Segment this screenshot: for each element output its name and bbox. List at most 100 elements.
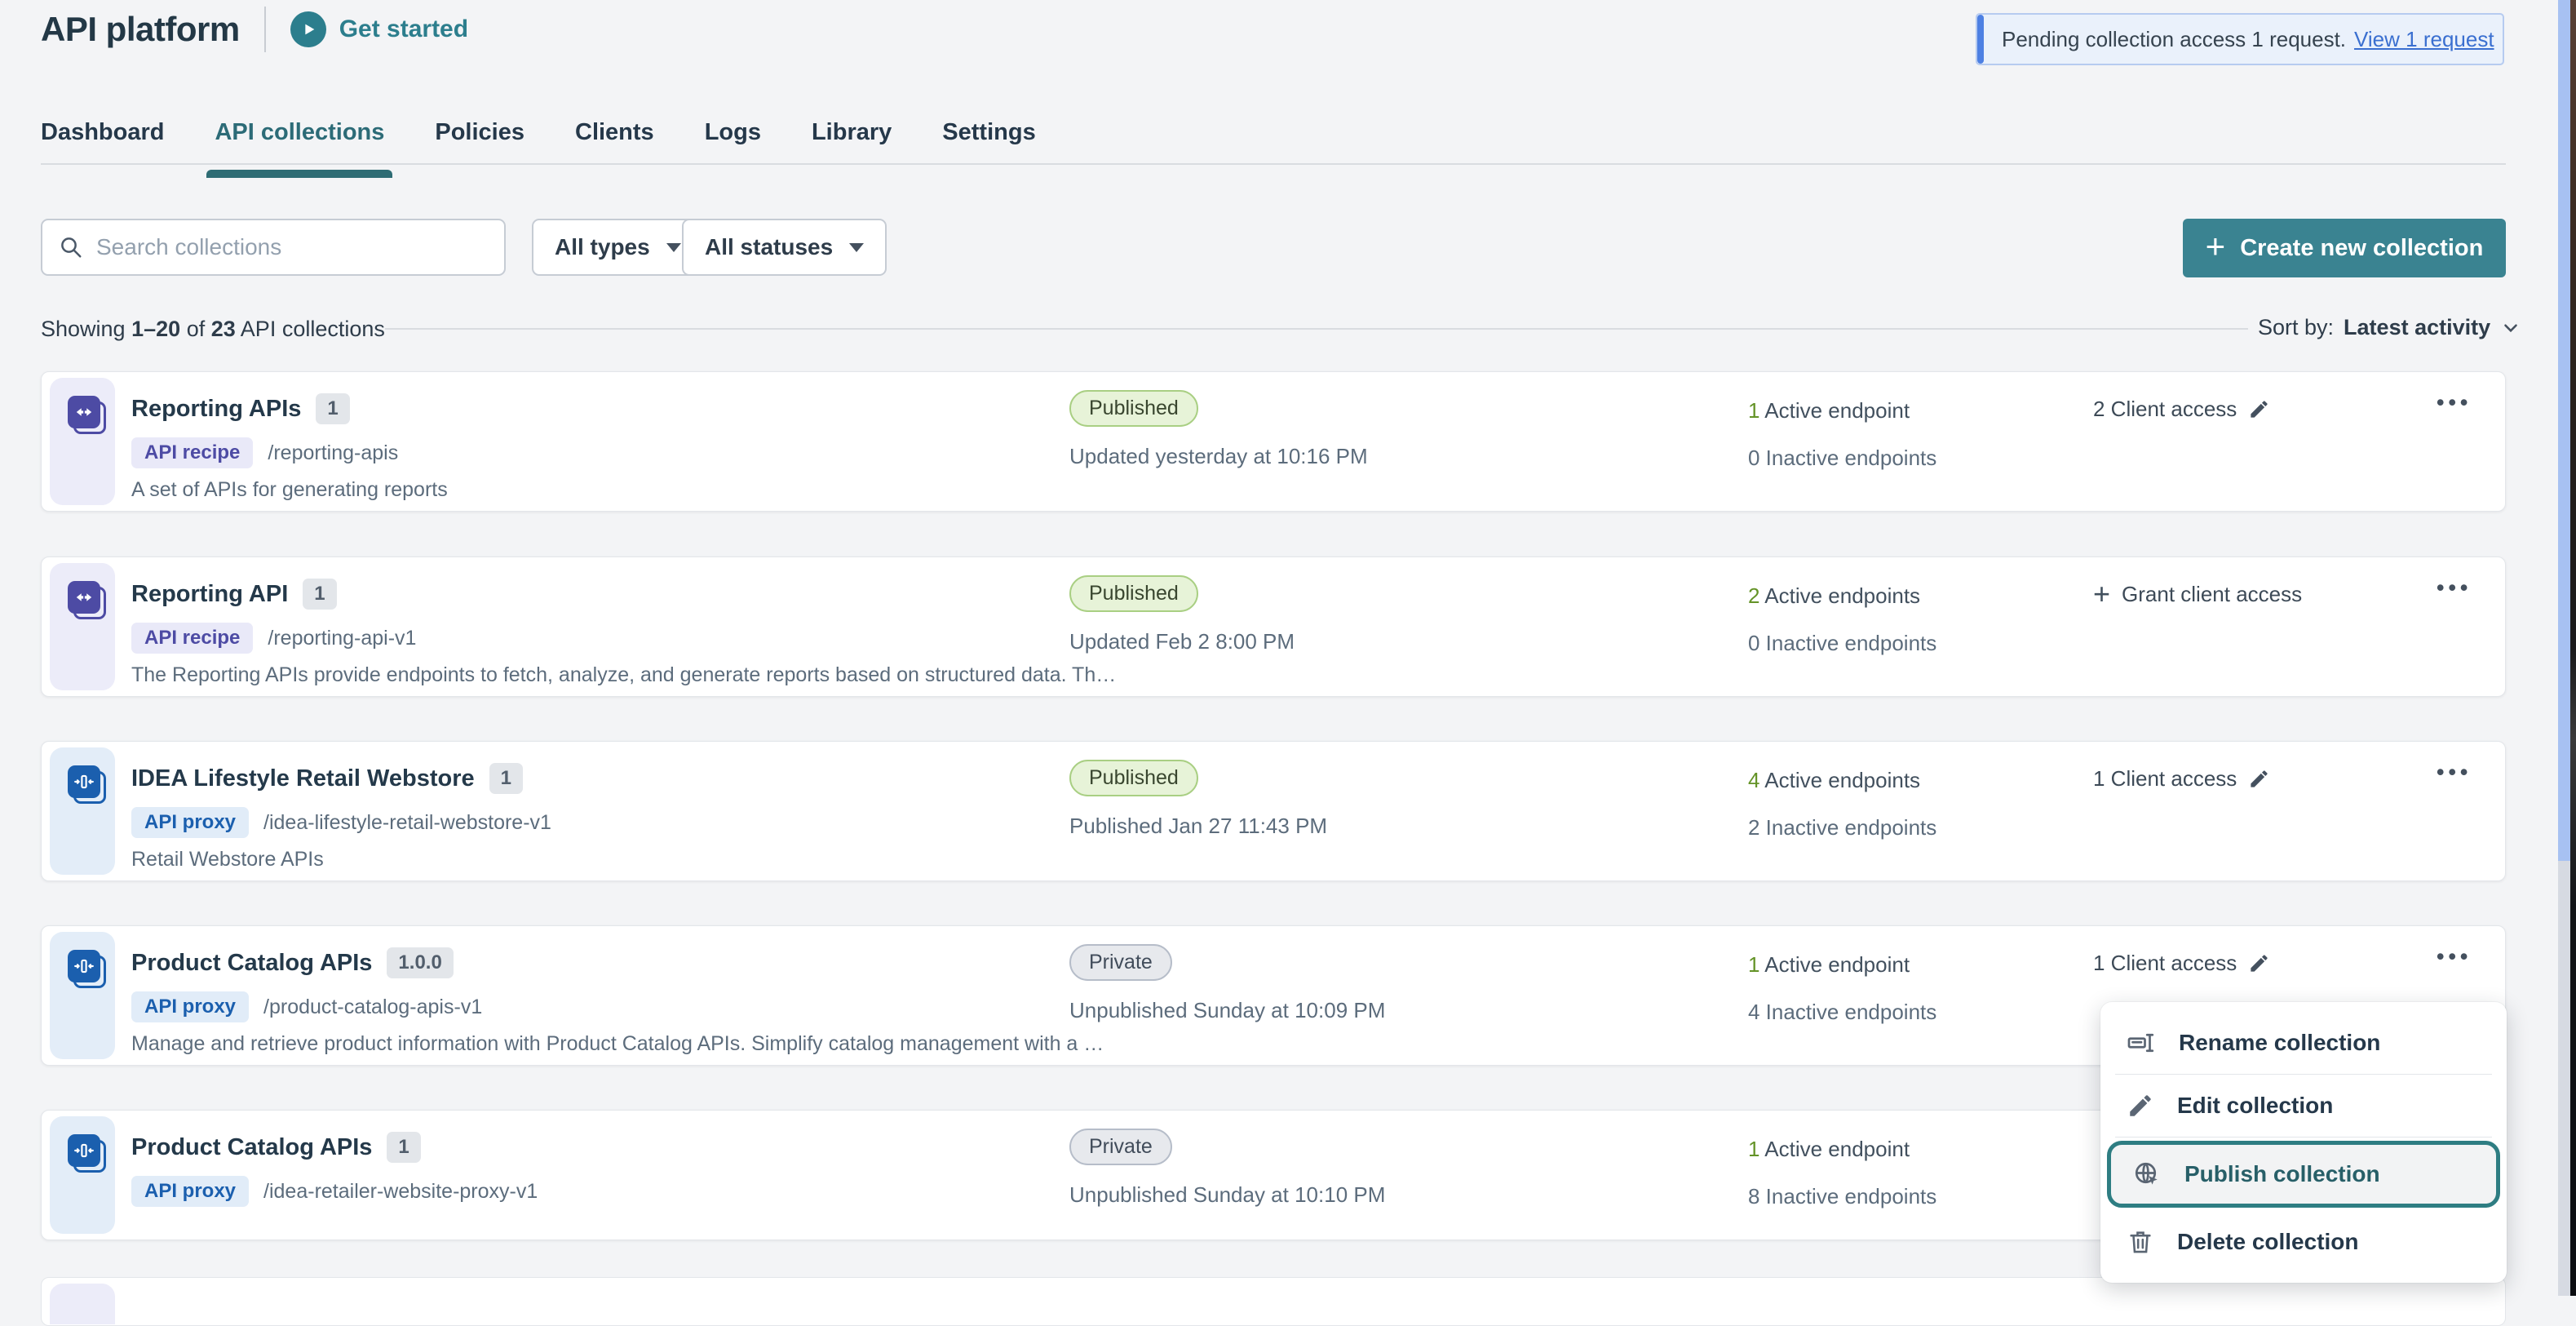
edit-pencil-icon xyxy=(2248,398,2270,420)
collection-card[interactable]: Reporting API 1 API recipe /reporting-ap… xyxy=(41,557,2506,697)
active-endpoints: 1 Active endpoint xyxy=(1748,952,1910,978)
collection-type-stripe xyxy=(50,1284,115,1324)
collection-title[interactable]: Reporting API xyxy=(131,581,288,608)
status-filter-dropdown[interactable]: All statuses xyxy=(682,219,887,276)
client-access-control[interactable]: + 2 Client access xyxy=(2093,397,2270,422)
edit-pencil-icon xyxy=(2248,768,2270,790)
collection-type-icon xyxy=(68,581,108,622)
active-endpoints: 1 Active endpoint xyxy=(1748,1137,1910,1162)
updated-timestamp: Unpublished Sunday at 10:10 PM xyxy=(1069,1182,1385,1208)
tab-policies[interactable]: Policies xyxy=(435,119,524,165)
collection-type-stripe xyxy=(50,1116,115,1234)
type-filter-value: All types xyxy=(555,234,650,260)
create-new-collection-button[interactable]: + Create new collection xyxy=(2183,219,2506,277)
tab-clients[interactable]: Clients xyxy=(575,119,654,165)
sort-control[interactable]: Sort by: Latest activity xyxy=(2258,315,2521,340)
api-type-badge: API proxy xyxy=(131,1176,249,1207)
collection-title[interactable]: Product Catalog APIs xyxy=(131,950,372,977)
collection-description: Retail Webstore APIs xyxy=(131,848,324,871)
view-request-link[interactable]: View 1 request xyxy=(2354,27,2494,52)
tab-logs[interactable]: Logs xyxy=(705,119,761,165)
active-endpoints: 1 Active endpoint xyxy=(1748,398,1910,424)
tabs-bottom-border xyxy=(41,163,2506,165)
row-context-menu: Rename collection Edit collection Publis… xyxy=(2100,1002,2507,1283)
client-access-control[interactable]: + 1 Client access xyxy=(2093,766,2270,792)
active-endpoints: 2 Active endpoints xyxy=(1748,583,1920,609)
row-menu-button[interactable]: ••• xyxy=(2437,944,2472,969)
active-endpoints: 4 Active endpoints xyxy=(1748,768,1920,793)
row-menu-button[interactable]: ••• xyxy=(2437,760,2472,785)
collection-type-stripe xyxy=(50,932,115,1059)
type-filter-dropdown[interactable]: All types xyxy=(532,219,704,276)
collection-description: Manage and retrieve product information … xyxy=(131,1032,1104,1056)
client-access-control[interactable]: + 1 Client access xyxy=(2093,951,2270,976)
api-type-badge: API recipe xyxy=(131,623,253,654)
header-rule xyxy=(385,328,2248,330)
get-started-link[interactable]: Get started xyxy=(290,11,468,47)
chevron-down-icon xyxy=(2500,317,2521,339)
status-badge: Private xyxy=(1069,944,1172,981)
results-range: 1–20 xyxy=(131,317,180,341)
results-count: Showing 1–20 of 23 API collections xyxy=(41,317,385,342)
menu-item-edit-collection[interactable]: Edit collection xyxy=(2100,1075,2507,1137)
base-path: /idea-retailer-website-proxy-v1 xyxy=(263,1180,538,1204)
api-proxy-icon xyxy=(73,1140,95,1161)
status-filter-value: All statuses xyxy=(705,234,833,260)
search-box xyxy=(41,219,506,276)
version-badge: 1 xyxy=(303,579,336,610)
tab-settings[interactable]: Settings xyxy=(942,119,1035,165)
app-title: API platform xyxy=(41,10,240,49)
header-divider xyxy=(264,7,266,52)
updated-timestamp: Updated yesterday at 10:16 PM xyxy=(1069,444,1368,469)
banner-accent-bar xyxy=(1977,15,1984,64)
updated-timestamp: Published Jan 27 11:43 PM xyxy=(1069,814,1327,839)
tab-library[interactable]: Library xyxy=(812,119,892,165)
api-recipe-icon xyxy=(73,587,95,608)
status-badge: Private xyxy=(1069,1129,1172,1165)
menu-item-delete-collection[interactable]: Delete collection xyxy=(2100,1211,2507,1273)
play-icon xyxy=(290,11,326,47)
version-badge: 1 xyxy=(316,393,349,424)
next-card-partial[interactable] xyxy=(41,1277,2506,1326)
api-type-badge: API proxy xyxy=(131,991,249,1022)
menu-item-rename-collection[interactable]: Rename collection xyxy=(2100,1012,2507,1074)
collection-title[interactable]: Reporting APIs xyxy=(131,396,301,423)
banner-text: Pending collection access 1 request. xyxy=(2002,27,2346,52)
inactive-endpoints: 0 Inactive endpoints xyxy=(1748,446,1936,471)
client-access-label: Grant client access xyxy=(2122,582,2302,607)
base-path: /product-catalog-apis-v1 xyxy=(263,996,482,1019)
status-badge: Published xyxy=(1069,390,1198,427)
collection-type-icon xyxy=(68,396,108,437)
api-proxy-icon xyxy=(73,956,95,977)
collection-type-stripe xyxy=(50,747,115,875)
results-total: 23 xyxy=(211,317,236,341)
tab-dashboard[interactable]: Dashboard xyxy=(41,119,164,165)
api-proxy-icon xyxy=(73,771,95,792)
row-menu-button[interactable]: ••• xyxy=(2437,575,2472,601)
collection-card[interactable]: Reporting APIs 1 API recipe /reporting-a… xyxy=(41,371,2506,512)
edit-pencil-icon xyxy=(2248,952,2270,974)
page-scrollbar-track[interactable] xyxy=(2558,0,2570,1296)
base-path: /reporting-apis xyxy=(268,441,398,465)
search-input[interactable] xyxy=(96,234,488,260)
page-scrollbar-thumb[interactable] xyxy=(2558,0,2570,861)
rename-icon xyxy=(2127,1028,2156,1058)
version-badge: 1 xyxy=(489,763,523,794)
base-path: /reporting-api-v1 xyxy=(268,627,416,650)
client-access-control[interactable]: + Grant client access xyxy=(2093,582,2302,607)
desktop-edge-sliver xyxy=(2570,0,2576,1296)
row-menu-button[interactable]: ••• xyxy=(2437,390,2472,415)
client-access-label: 1 Client access xyxy=(2093,766,2237,792)
publish-icon xyxy=(2132,1160,2162,1189)
sort-value: Latest activity xyxy=(2344,315,2490,340)
base-path: /idea-lifestyle-retail-webstore-v1 xyxy=(263,811,551,835)
create-button-label: Create new collection xyxy=(2240,235,2483,262)
tab-api-collections[interactable]: API collections xyxy=(215,119,384,165)
collection-title[interactable]: IDEA Lifestyle Retail Webstore xyxy=(131,765,475,792)
status-badge: Published xyxy=(1069,575,1198,612)
menu-item-publish-collection[interactable]: Publish collection xyxy=(2107,1141,2500,1208)
version-badge: 1.0.0 xyxy=(387,947,453,978)
collection-type-icon xyxy=(68,765,108,806)
collection-title[interactable]: Product Catalog APIs xyxy=(131,1134,372,1161)
collection-card[interactable]: IDEA Lifestyle Retail Webstore 1 API pro… xyxy=(41,741,2506,881)
